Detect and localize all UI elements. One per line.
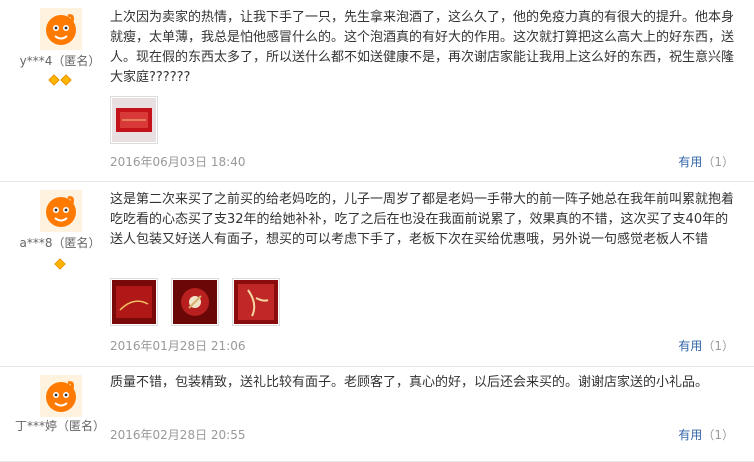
useful-vote[interactable]: 有用（1） xyxy=(678,153,734,170)
review-text: 质量不错，包装精致，送礼比较有面子。老顾客了，真心的好，以后还会来买的。谢谢店家… xyxy=(110,375,709,390)
badge-row xyxy=(0,254,120,270)
useful-count: （1） xyxy=(702,155,734,169)
reviewer-name: a***8（匿名） xyxy=(19,236,101,250)
review-item: y***4（匿名） 上次因为卖家的热情，让我下手了一只，先生拿来泡酒了，这么久了… xyxy=(0,0,754,182)
useful-vote[interactable]: 有用（1） xyxy=(678,337,734,354)
review-photo-thumbnail[interactable] xyxy=(110,96,158,144)
avatar-icon xyxy=(40,190,82,232)
review-item: 丁***婷（匿名） 质量不错，包装精致，送礼比较有面子。老顾客了，真心的好，以后… xyxy=(0,367,754,462)
review-photo-thumbnail[interactable] xyxy=(232,278,281,326)
useful-button[interactable]: 有用 xyxy=(678,339,702,353)
diamond-badge-icon xyxy=(54,258,66,270)
useful-button[interactable]: 有用 xyxy=(678,428,702,442)
review-item: a***8（匿名） 这是第二次来买了之前买的给老妈吃的，儿子一周岁了都是老妈一手… xyxy=(0,182,754,367)
review-photos xyxy=(110,278,288,326)
review-date: 2016年01月28日 21:06 xyxy=(110,339,246,353)
avatar-icon xyxy=(40,375,82,417)
review-text: 上次因为卖家的热情，让我下手了一只，先生拿来泡酒了，这么久了，他的免疫力真的有很… xyxy=(110,10,735,85)
review-date: 2016年06月03日 18:40 xyxy=(110,155,246,169)
useful-button[interactable]: 有用 xyxy=(678,155,702,169)
useful-count: （1） xyxy=(702,428,734,442)
review-date: 2016年02月28日 20:55 xyxy=(110,428,246,442)
diamond-badge-icon xyxy=(60,74,72,86)
useful-vote[interactable]: 有用（1） xyxy=(678,426,734,443)
reviewer-name: 丁***婷（匿名） xyxy=(14,419,105,433)
diamond-badge-icon xyxy=(48,74,60,86)
review-photos xyxy=(110,96,166,144)
badge-row xyxy=(0,70,120,86)
useful-count: （1） xyxy=(702,339,734,353)
reviewer-name: y***4（匿名） xyxy=(19,54,101,68)
avatar-icon xyxy=(40,8,82,50)
review-photo-thumbnail[interactable] xyxy=(110,278,158,326)
review-text: 这是第二次来买了之前买的给老妈吃的，儿子一周岁了都是老妈一手带大的前一阵子她总在… xyxy=(110,192,735,247)
review-photo-thumbnail[interactable] xyxy=(171,278,220,326)
